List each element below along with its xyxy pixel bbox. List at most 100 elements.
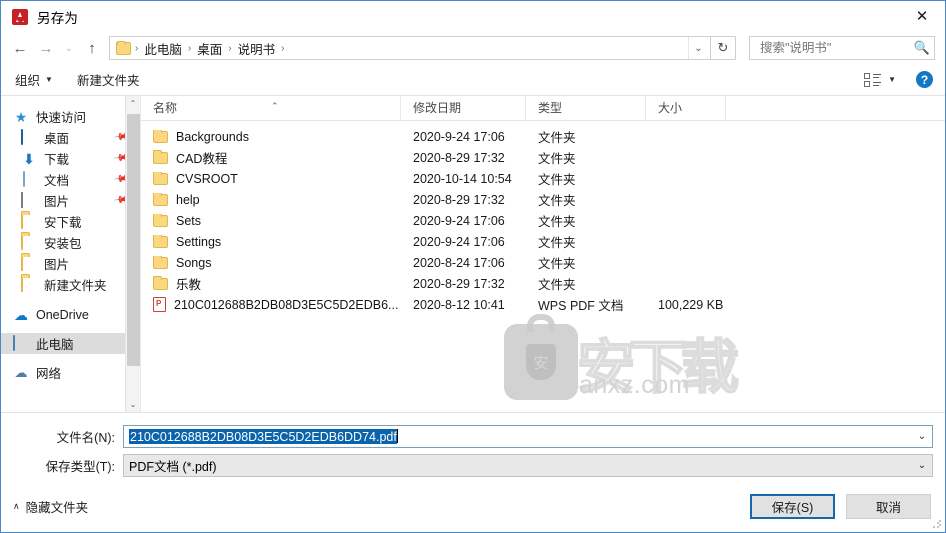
table-row[interactable]: Songs 2020-8-24 17:06 文件夹 bbox=[141, 252, 945, 273]
sidebar-item-anxiazai[interactable]: 安下载 bbox=[1, 211, 140, 232]
file-name-cell: CVSROOT bbox=[141, 171, 401, 186]
breadcrumb-separator-3: › bbox=[281, 42, 285, 54]
table-row[interactable]: 乐教 2020-8-29 17:32 文件夹 bbox=[141, 273, 945, 294]
column-header-row: 名称 ⌃ 修改日期 类型 大小 bbox=[141, 96, 945, 121]
address-bar[interactable]: › 此电脑 › 桌面 › 说明书 › ⌄ bbox=[109, 36, 711, 60]
breadcrumb-separator-2: › bbox=[228, 42, 232, 54]
file-name-cell: Songs bbox=[141, 255, 401, 270]
table-row[interactable]: CAD教程 2020-8-29 17:32 文件夹 bbox=[141, 147, 945, 168]
column-header-type[interactable]: 类型 bbox=[526, 96, 646, 121]
file-date-cell: 2020-8-24 17:06 bbox=[413, 255, 505, 270]
resize-grip[interactable] bbox=[932, 519, 942, 529]
folder-icon bbox=[153, 192, 168, 206]
table-row[interactable]: Backgrounds 2020-9-24 17:06 文件夹 bbox=[141, 126, 945, 147]
view-mode-chevron-down-icon[interactable]: ▼ bbox=[888, 75, 896, 84]
cancel-button[interactable]: 取消 bbox=[846, 493, 931, 519]
sidebar-item-desktop[interactable]: 桌面 📌 bbox=[1, 127, 140, 148]
file-type-cell: 文件夹 bbox=[538, 194, 576, 208]
documents-icon bbox=[21, 170, 37, 188]
scrollbar-thumb[interactable] bbox=[127, 114, 140, 366]
filetype-row: 保存类型(T): PDF文档 (*.pdf) ⌄ bbox=[1, 454, 945, 477]
sidebar-item-label: 图片 bbox=[44, 195, 70, 209]
table-row[interactable]: 210C012688B2DB08D3E5C5D2EDB6... 2020-8-1… bbox=[141, 294, 945, 315]
command-toolbar: 组织 ▼ 新建文件夹 ▼ ? bbox=[1, 64, 945, 95]
breadcrumb-separator-1: › bbox=[187, 42, 192, 54]
file-type-cell: 文件夹 bbox=[538, 152, 576, 166]
table-row[interactable]: CVSROOT 2020-10-14 10:54 文件夹 bbox=[141, 168, 945, 189]
folder-icon bbox=[153, 234, 168, 248]
file-date-cell: 2020-8-29 17:32 bbox=[413, 192, 505, 207]
save-form: 文件名(N): 210C012688B2DB08D3E5C5D2EDB6DD74… bbox=[1, 412, 945, 477]
file-date-cell: 2020-8-12 10:41 bbox=[413, 297, 505, 312]
file-date-cell: 2020-9-24 17:06 bbox=[413, 213, 505, 228]
sort-ascending-icon: ⌃ bbox=[271, 100, 279, 111]
file-type-cell: 文件夹 bbox=[538, 257, 576, 271]
sidebar-item-label: 安装包 bbox=[44, 237, 82, 251]
table-row[interactable]: help 2020-8-29 17:32 文件夹 bbox=[141, 189, 945, 210]
column-header-name[interactable]: 名称 ⌃ bbox=[141, 96, 401, 121]
view-mode-icon[interactable] bbox=[864, 72, 882, 87]
sidebar-item-installers[interactable]: 安装包 bbox=[1, 232, 140, 253]
table-row[interactable]: Settings 2020-9-24 17:06 文件夹 bbox=[141, 231, 945, 252]
file-name-cell: Settings bbox=[141, 234, 401, 249]
filetype-select[interactable]: PDF文档 (*.pdf) ⌄ bbox=[123, 454, 933, 477]
filename-input[interactable]: 210C012688B2DB08D3E5C5D2EDB6DD74.pdf ⌄ bbox=[123, 425, 933, 448]
help-icon[interactable]: ? bbox=[916, 71, 933, 88]
watermark-shield-icon: 安 bbox=[526, 344, 556, 380]
up-icon[interactable]: ↑ bbox=[79, 35, 105, 61]
chevron-down-icon[interactable]: ⌄ bbox=[912, 431, 932, 442]
file-name-cell: Sets bbox=[141, 213, 401, 228]
watermark-text: 安下载 bbox=[576, 334, 740, 401]
file-name-label: Songs bbox=[176, 255, 212, 270]
save-button[interactable]: 保存(S) bbox=[750, 493, 835, 519]
column-header-size[interactable]: 大小 bbox=[646, 96, 726, 121]
table-row[interactable]: Sets 2020-9-24 17:06 文件夹 bbox=[141, 210, 945, 231]
sidebar-item-this-pc[interactable]: 此电脑 bbox=[1, 333, 140, 354]
back-icon[interactable]: ← bbox=[7, 35, 33, 61]
sidebar-item-label: 网络 bbox=[36, 367, 62, 381]
sidebar-item-onedrive[interactable]: ☁ OneDrive bbox=[1, 304, 140, 325]
save-as-dialog: 另存为 ✕ ← → ⌄ ↑ › 此电脑 › 桌面 › 说明书 › ⌄ ↻ 🔍 组… bbox=[0, 0, 946, 533]
scroll-up-icon[interactable]: ⌃ bbox=[126, 96, 140, 111]
breadcrumb-this-pc[interactable]: 此电脑 bbox=[140, 37, 186, 60]
new-folder-button[interactable]: 新建文件夹 bbox=[77, 70, 140, 89]
scroll-down-icon[interactable]: ⌄ bbox=[126, 397, 140, 412]
refresh-icon[interactable]: ↻ bbox=[711, 36, 736, 60]
organize-button[interactable]: 组织 ▼ bbox=[15, 70, 53, 89]
chevron-down-icon[interactable]: ⌄ bbox=[688, 37, 708, 59]
file-name-cell: Backgrounds bbox=[141, 129, 401, 144]
file-type-cell: 文件夹 bbox=[538, 236, 576, 250]
file-type-cell: 文件夹 bbox=[538, 215, 576, 229]
close-icon[interactable]: ✕ bbox=[899, 1, 945, 31]
sidebar-item-new-folder[interactable]: 新建文件夹 bbox=[1, 274, 140, 295]
this-pc-icon bbox=[13, 334, 29, 352]
folder-icon bbox=[153, 276, 168, 290]
file-name-cell: CAD教程 bbox=[141, 148, 401, 167]
chevron-down-icon[interactable]: ⌄ bbox=[912, 460, 932, 471]
browser-body: ★ 快速访问 桌面 📌 ⬇ 下载 📌 文档 📌 图片 📌 安下载 安装包 图片 … bbox=[1, 95, 945, 412]
file-name-cell: 乐教 bbox=[141, 274, 401, 293]
sidebar-item-quick-access[interactable]: ★ 快速访问 bbox=[1, 106, 140, 127]
breadcrumb-separator-0: › bbox=[135, 42, 139, 54]
chevron-up-icon: ∧ bbox=[13, 500, 20, 511]
sidebar-item-pictures[interactable]: 图片 📌 bbox=[1, 190, 140, 211]
search-input[interactable] bbox=[758, 40, 914, 56]
search-box[interactable]: 🔍 bbox=[749, 36, 935, 60]
sidebar-item-documents[interactable]: 文档 📌 bbox=[1, 169, 140, 190]
navigation-bar: ← → ⌄ ↑ › 此电脑 › 桌面 › 说明书 › ⌄ ↻ 🔍 bbox=[1, 32, 945, 64]
sidebar-item-downloads[interactable]: ⬇ 下载 📌 bbox=[1, 148, 140, 169]
recent-locations-icon[interactable]: ⌄ bbox=[59, 35, 79, 61]
column-header-date[interactable]: 修改日期 bbox=[401, 96, 526, 121]
breadcrumb-manual[interactable]: 说明书 bbox=[234, 37, 280, 60]
folder-icon bbox=[21, 275, 37, 293]
file-type-cell: WPS PDF 文档 bbox=[538, 299, 624, 313]
sidebar-scrollbar[interactable]: ⌃ ⌄ bbox=[125, 96, 140, 412]
hide-folders-button[interactable]: ∧ 隐藏文件夹 bbox=[13, 497, 88, 516]
forward-icon[interactable]: → bbox=[33, 35, 59, 61]
sidebar-item-pictures-folder[interactable]: 图片 bbox=[1, 253, 140, 274]
sidebar-item-label: 图片 bbox=[44, 258, 70, 272]
sidebar-item-network[interactable]: ☁ 网络 bbox=[1, 362, 140, 383]
new-folder-label: 新建文件夹 bbox=[76, 74, 140, 88]
breadcrumb-desktop[interactable]: 桌面 bbox=[193, 37, 226, 60]
file-date-cell: 2020-10-14 10:54 bbox=[413, 171, 512, 186]
